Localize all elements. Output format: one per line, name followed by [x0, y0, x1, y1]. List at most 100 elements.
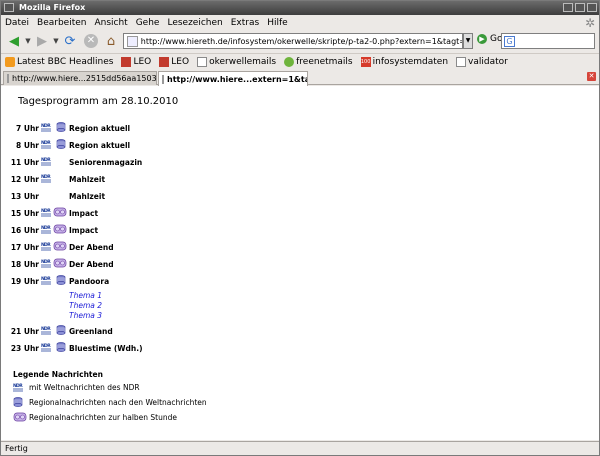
- navigation-toolbar: ◀ ▼ ▶ ▼ ⟳ ✕ ⌂ http://www.hiereth.de/info…: [1, 30, 599, 52]
- program-name: Der Abend: [69, 260, 114, 269]
- legend-text: Regionalnachrichten zur halben Stunde: [29, 413, 178, 422]
- window-title: Mozilla Firefox: [19, 3, 86, 12]
- program-name: Pandoora: [69, 277, 110, 286]
- url-bar[interactable]: http://www.hiereth.de/infosystem/okerwel…: [123, 33, 463, 49]
- stop-icon: ✕: [84, 34, 98, 48]
- half-hour-news-icon: [13, 412, 27, 423]
- svg-text:R: R: [47, 123, 51, 129]
- status-bar: Fertig: [1, 441, 599, 455]
- theme-link[interactable]: Thema 3: [69, 311, 102, 320]
- url-text[interactable]: http://www.hiereth.de/infosystem/okerwel…: [141, 37, 462, 46]
- half-hour-news-icon: [53, 241, 67, 251]
- regional-news-icon: [13, 397, 27, 408]
- throbber-icon: ✲: [584, 16, 595, 30]
- half-hour-news-icon: [53, 207, 67, 217]
- legend-text: Regionalnachrichten nach den Weltnachric…: [29, 398, 207, 407]
- tab-label: http://www.hiere...extern=1&tagt=0: [167, 74, 307, 84]
- tab-2-active[interactable]: http://www.hiere...extern=1&tagt=0: [158, 71, 308, 86]
- ndr-news-icon: NDR: [41, 275, 51, 285]
- program-name: Seniorenmagazin: [69, 158, 143, 167]
- program-row: 23 Uhr N D R Bluestime (Wdh.): [1, 342, 301, 354]
- ndr-news-icon: NDR: [41, 241, 51, 251]
- close-window-button[interactable]: [587, 3, 597, 12]
- regional-news-icon: [56, 325, 66, 336]
- program-time: 13 Uhr: [10, 192, 39, 201]
- system-menu-icon[interactable]: [4, 3, 14, 12]
- regional-news-icon: [56, 122, 66, 133]
- page-favicon-icon: [127, 35, 138, 47]
- ndr-news-icon: NDR: [41, 207, 51, 217]
- menu-bar: Datei Bearbeiten Ansicht Gehe Lesezeiche…: [1, 15, 599, 30]
- page-icon: [456, 56, 467, 67]
- ndr-news-icon: NDR: [41, 224, 51, 234]
- leo-icon: [121, 56, 132, 67]
- bookmark-leo-1[interactable]: LEO: [121, 56, 151, 67]
- theme-link[interactable]: Thema 1: [69, 291, 102, 300]
- program-name: Der Abend: [69, 243, 114, 252]
- menu-gehe[interactable]: Gehe: [136, 18, 160, 28]
- ndr-news-icon: NDR: [41, 325, 51, 335]
- regional-news-icon: [56, 139, 66, 150]
- page-icon: [197, 56, 208, 67]
- forward-button[interactable]: ▶: [33, 33, 51, 49]
- program-row: 19 Uhr N D R Pandoora: [1, 275, 301, 287]
- freenet-icon: [284, 56, 295, 67]
- tab-bar: http://www.hiere...2515dd56aa15034 http:…: [1, 70, 599, 86]
- bookmark-okerwellemails[interactable]: okerwellemails: [197, 56, 276, 67]
- browser-window: Mozilla Firefox Datei Bearbeiten Ansicht…: [0, 0, 600, 456]
- go-button[interactable]: ▶ Go: [477, 34, 502, 44]
- tab-favicon-icon: [7, 74, 9, 83]
- ndr-news-icon: NDR: [41, 156, 51, 166]
- menu-ansicht[interactable]: Ansicht: [94, 18, 127, 28]
- title-bar: Mozilla Firefox: [1, 1, 599, 15]
- bookmark-freenetmails[interactable]: freenetmails: [284, 56, 353, 67]
- reload-button[interactable]: ⟳: [62, 33, 78, 49]
- home-button[interactable]: ⌂: [103, 33, 119, 49]
- bookmark-infosystemdaten[interactable]: 100 infosystemdaten: [360, 56, 448, 67]
- svg-text:R: R: [19, 383, 23, 389]
- search-box[interactable]: G: [501, 33, 595, 49]
- minimize-button[interactable]: [563, 3, 573, 12]
- program-time: 23 Uhr: [10, 344, 39, 353]
- bookmark-leo-2[interactable]: LEO: [159, 56, 189, 67]
- program-row: 17 Uhr N D R Der Abend: [1, 241, 301, 253]
- ndr-news-icon: NDR: [41, 258, 51, 268]
- program-time: 8 Uhr: [16, 141, 39, 150]
- forward-history-dropdown[interactable]: ▼: [52, 33, 60, 49]
- close-tab-button[interactable]: ✕: [587, 72, 596, 81]
- program-row: 13 Uhr Mahlzeit: [1, 190, 301, 202]
- program-name: Region aktuell: [69, 124, 131, 133]
- maximize-button[interactable]: [575, 3, 585, 12]
- svg-text:R: R: [47, 208, 51, 214]
- bookmarks-toolbar: Latest BBC Headlines LEO LEO okerwellema…: [1, 53, 599, 69]
- program-time: 17 Uhr: [10, 243, 39, 252]
- program-row: 18 Uhr N D R Der Abend: [1, 258, 301, 270]
- tab-favicon-icon: [162, 74, 164, 84]
- svg-text:R: R: [47, 157, 51, 163]
- program-time: 11 Uhr: [10, 158, 39, 167]
- theme-link[interactable]: Thema 2: [69, 301, 102, 310]
- program-time: 12 Uhr: [10, 175, 39, 184]
- toolbox-icon: 100: [360, 56, 371, 67]
- menu-hilfe[interactable]: Hilfe: [267, 18, 287, 28]
- legend-text: mit Weltnachrichten des NDR: [29, 383, 140, 392]
- menu-datei[interactable]: Datei: [5, 18, 29, 28]
- url-history-dropdown[interactable]: ▼: [463, 33, 473, 49]
- menu-bearbeiten[interactable]: Bearbeiten: [37, 18, 86, 28]
- ndr-news-icon: NDR: [41, 342, 51, 352]
- menu-lesezeichen[interactable]: Lesezeichen: [167, 18, 222, 28]
- back-history-dropdown[interactable]: ▼: [24, 33, 32, 49]
- ndr-news-icon: NDR: [13, 382, 27, 393]
- window-controls: [563, 3, 597, 12]
- google-search-icon[interactable]: G: [504, 36, 515, 47]
- stop-button[interactable]: ✕: [83, 33, 99, 49]
- tab-label: http://www.hiere...2515dd56aa15034: [12, 74, 157, 83]
- menu-extras[interactable]: Extras: [231, 18, 259, 28]
- back-button[interactable]: ◀: [5, 33, 23, 49]
- bookmark-bbc[interactable]: Latest BBC Headlines: [5, 56, 113, 67]
- program-time: 7 Uhr: [16, 124, 39, 133]
- tab-1[interactable]: http://www.hiere...2515dd56aa15034: [3, 71, 157, 85]
- bookmark-validator[interactable]: validator: [456, 56, 508, 67]
- svg-text:R: R: [47, 225, 51, 231]
- program-row: 15 Uhr N D R Impact: [1, 207, 301, 219]
